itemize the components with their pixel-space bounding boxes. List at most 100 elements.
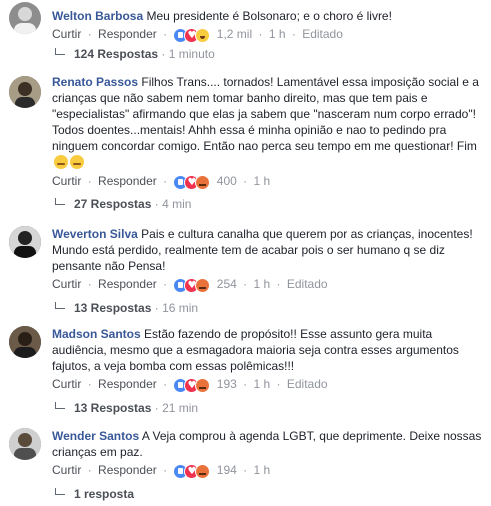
avatar-photo-icon xyxy=(9,76,41,108)
separator: · xyxy=(258,27,263,41)
like-link[interactable]: Curtir xyxy=(52,174,81,188)
avatar[interactable] xyxy=(9,2,41,34)
separator: · xyxy=(154,301,159,315)
separator: · xyxy=(243,174,248,188)
reaction-count[interactable]: 400 xyxy=(217,174,237,188)
separator: · xyxy=(163,174,168,188)
comment-time[interactable]: 1 h xyxy=(254,277,271,291)
separator: · xyxy=(87,277,92,291)
haha-icon xyxy=(195,27,211,43)
reaction-count[interactable]: 1,2 mil xyxy=(217,27,252,41)
angry-icon xyxy=(195,377,211,393)
edited-label[interactable]: Editado xyxy=(302,27,343,41)
comment-actions: Curtir · Responder · 194 · 1 h xyxy=(52,462,271,480)
replies-link[interactable]: 13 Respostas · 16 min xyxy=(55,300,198,316)
like-link[interactable]: Curtir xyxy=(52,377,81,391)
reply-link[interactable]: Responder xyxy=(98,27,157,41)
comment-time[interactable]: 1 h xyxy=(254,174,271,188)
reply-arrow-icon xyxy=(55,48,65,55)
reply-link[interactable]: Responder xyxy=(98,377,157,391)
avatar[interactable] xyxy=(9,428,41,460)
replies-count[interactable]: 124 Respostas xyxy=(74,47,158,61)
comment-author[interactable]: Wender Santos xyxy=(52,429,139,443)
comment-author[interactable]: Madson Santos xyxy=(52,327,141,341)
separator: · xyxy=(87,463,92,477)
comment-time[interactable]: 1 h xyxy=(269,27,286,41)
comment-body: Renato Passos Filhos Trans.... tornados!… xyxy=(52,74,485,170)
avatar-photo-icon xyxy=(14,7,36,34)
comment-author[interactable]: Renato Passos xyxy=(52,75,138,89)
separator: · xyxy=(163,277,168,291)
edited-label[interactable]: Editado xyxy=(287,277,328,291)
replies-count[interactable]: 13 Respostas xyxy=(74,301,151,315)
reaction-summary[interactable] xyxy=(173,174,211,191)
separator: · xyxy=(87,27,92,41)
like-link[interactable]: Curtir xyxy=(52,27,81,41)
reaction-summary[interactable] xyxy=(173,27,211,44)
comment-author[interactable]: Weverton Silva xyxy=(52,227,138,241)
replies-count[interactable]: 27 Respostas xyxy=(74,197,151,211)
replies-time: 21 min xyxy=(162,401,199,415)
replies-time: 16 min xyxy=(162,301,199,315)
comment-actions: Curtir · Responder · 254 · 1 h · Editado xyxy=(52,276,328,294)
separator: · xyxy=(291,27,296,41)
separator: · xyxy=(243,463,248,477)
separator: · xyxy=(163,27,168,41)
avatar-photo-icon xyxy=(9,428,41,460)
reply-link[interactable]: Responder xyxy=(98,174,157,188)
angry-icon xyxy=(195,277,211,293)
comment-actions: Curtir · Responder · 193 · 1 h · Editado xyxy=(52,376,328,394)
separator: · xyxy=(243,277,248,291)
comment-body: Weverton Silva Pais e cultura canalha qu… xyxy=(52,226,485,274)
reply-arrow-icon xyxy=(55,488,65,495)
comment-time[interactable]: 1 h xyxy=(254,463,271,477)
separator: · xyxy=(163,463,168,477)
unamused-emoji-icon xyxy=(70,155,84,169)
replies-link[interactable]: 1 resposta xyxy=(55,486,134,502)
separator: · xyxy=(276,277,281,291)
avatar-photo-icon xyxy=(9,326,41,358)
angry-icon xyxy=(195,463,211,479)
reaction-summary[interactable] xyxy=(173,463,211,480)
reaction-count[interactable]: 193 xyxy=(217,377,237,391)
avatar-photo-icon xyxy=(9,226,41,258)
avatar[interactable] xyxy=(9,226,41,258)
comment-body: Welton Barbosa Meu presidente é Bolsonar… xyxy=(52,8,485,24)
comment-body: Wender Santos A Veja comprou à agenda LG… xyxy=(52,428,485,460)
reply-arrow-icon xyxy=(55,302,65,309)
separator: · xyxy=(161,47,166,61)
edited-label[interactable]: Editado xyxy=(287,377,328,391)
like-link[interactable]: Curtir xyxy=(52,277,81,291)
reaction-summary[interactable] xyxy=(173,377,211,394)
comment-text: Meu presidente é Bolsonaro; e o choro é … xyxy=(146,9,392,23)
reply-link[interactable]: Responder xyxy=(98,463,157,477)
avatar[interactable] xyxy=(9,326,41,358)
reaction-count[interactable]: 194 xyxy=(217,463,237,477)
comment-body: Madson Santos Estão fazendo de propósito… xyxy=(52,326,485,374)
replies-count[interactable]: 13 Respostas xyxy=(74,401,151,415)
reaction-count[interactable]: 254 xyxy=(217,277,237,291)
angry-icon xyxy=(195,174,211,190)
replies-time: 4 min xyxy=(162,197,192,211)
comment-author[interactable]: Welton Barbosa xyxy=(52,9,143,23)
avatar[interactable] xyxy=(9,76,41,108)
comment-actions: Curtir · Responder · 400 · 1 h xyxy=(52,173,271,191)
smirk-emoji-icon xyxy=(54,155,68,169)
replies-count[interactable]: 1 resposta xyxy=(74,487,134,501)
comment-time[interactable]: 1 h xyxy=(254,377,271,391)
replies-link[interactable]: 13 Respostas · 21 min xyxy=(55,400,198,416)
separator: · xyxy=(163,377,168,391)
separator: · xyxy=(154,401,159,415)
replies-link[interactable]: 27 Respostas · 4 min xyxy=(55,196,191,212)
like-link[interactable]: Curtir xyxy=(52,463,81,477)
comment-actions: Curtir · Responder · 1,2 mil · 1 h · Edi… xyxy=(52,26,343,44)
reaction-summary[interactable] xyxy=(173,277,211,294)
replies-time: 1 minuto xyxy=(168,47,215,61)
reply-arrow-icon xyxy=(55,198,65,205)
separator: · xyxy=(87,174,92,188)
replies-link[interactable]: 124 Respostas · 1 minuto xyxy=(55,46,215,62)
separator: · xyxy=(154,197,159,211)
separator: · xyxy=(243,377,248,391)
reply-link[interactable]: Responder xyxy=(98,277,157,291)
separator: · xyxy=(276,377,281,391)
